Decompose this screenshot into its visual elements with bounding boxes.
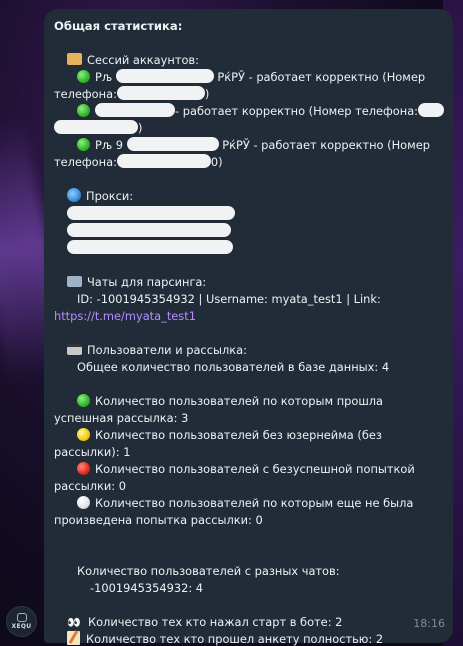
- redacted-block: [67, 223, 231, 237]
- green-circle-icon: [77, 394, 90, 407]
- users-no-username: Количество пользователей без юзернейма (…: [54, 427, 443, 444]
- redacted-block: [67, 206, 235, 220]
- redacted-block: [54, 120, 138, 134]
- proxy-header: Прокси:: [54, 188, 443, 205]
- card-icon: [67, 344, 82, 355]
- users-no-username-cont: рассылки): 1: [54, 445, 131, 459]
- bot-avatar[interactable]: XEQU: [6, 606, 37, 637]
- redacted-block: [418, 103, 445, 117]
- redacted-block: [115, 69, 214, 83]
- users-failed-cont: рассылки: 0: [54, 479, 126, 493]
- folder-icon: [67, 53, 82, 65]
- users-total: Общее количество пользователей в базе да…: [77, 360, 390, 374]
- by-chat-entry: -1001945354932: 4: [90, 581, 204, 595]
- users-not-tried: Количество пользователей по которым еще …: [54, 495, 443, 512]
- redacted-block: [116, 86, 205, 100]
- chats-header: Чаты для парсинга:: [54, 274, 443, 291]
- users-success: Количество пользователей по которым прош…: [54, 393, 443, 410]
- red-circle-icon: [77, 462, 90, 475]
- chat-link[interactable]: https://t.me/myata_test1: [54, 308, 443, 325]
- eyes-icon: 👀: [67, 616, 81, 629]
- avatar-label: XEQU: [11, 623, 32, 630]
- yellow-circle-icon: [77, 428, 90, 441]
- users-failed: Количество пользователей с безуспешной п…: [54, 461, 443, 478]
- proxy-entry: [54, 223, 443, 240]
- globe-icon: [67, 188, 81, 202]
- survey-count: Количество тех кто прошел анкету полност…: [54, 631, 443, 646]
- users-header: Пользователи и рассылка:: [54, 342, 443, 359]
- robot-icon: [16, 613, 27, 622]
- message-bubble[interactable]: Общая статистика: Сессий аккаунтов: Рљ Р…: [44, 9, 453, 646]
- memo-icon: [67, 631, 80, 645]
- session-item-phone: телефона:): [54, 86, 210, 101]
- redacted-block: [95, 103, 175, 117]
- session-item: Рљ РќРЎ - работает корректно (Номер: [54, 69, 443, 86]
- proxy-entry: [54, 206, 443, 223]
- chat-info: ID: -1001945354932 | Username: myata_tes…: [77, 292, 381, 306]
- redacted-block: [67, 240, 233, 254]
- sessions-header: Сессий аккаунтов:: [54, 52, 443, 69]
- session-item-phone: ): [54, 120, 443, 137]
- session-item: - работает корректно (Номер телефона:: [54, 103, 445, 120]
- message-time: 18:16: [413, 617, 445, 630]
- by-chat-header: Количество пользователей с разных чатов:: [77, 564, 340, 578]
- green-circle-icon: [77, 104, 90, 117]
- proxy-entry: [54, 240, 443, 257]
- users-not-tried-cont: произведена попытка рассылки: 0: [54, 513, 263, 527]
- green-circle-icon: [77, 138, 90, 151]
- mailbox-icon: [67, 276, 82, 287]
- start-count: 👀 Количество тех кто нажал старт в боте: …: [67, 615, 343, 629]
- redacted-block: [116, 154, 211, 168]
- message-title: Общая статистика:: [54, 19, 183, 33]
- redacted-block: [126, 137, 219, 151]
- session-item-phone: телефона: 0): [54, 154, 223, 169]
- session-item: Рљ 9 РќРЎ - работает корректно (Номер: [54, 137, 443, 154]
- users-success-cont: успешная рассылка: 3: [54, 411, 189, 425]
- white-circle-icon: [77, 496, 90, 509]
- green-circle-icon: [77, 70, 90, 83]
